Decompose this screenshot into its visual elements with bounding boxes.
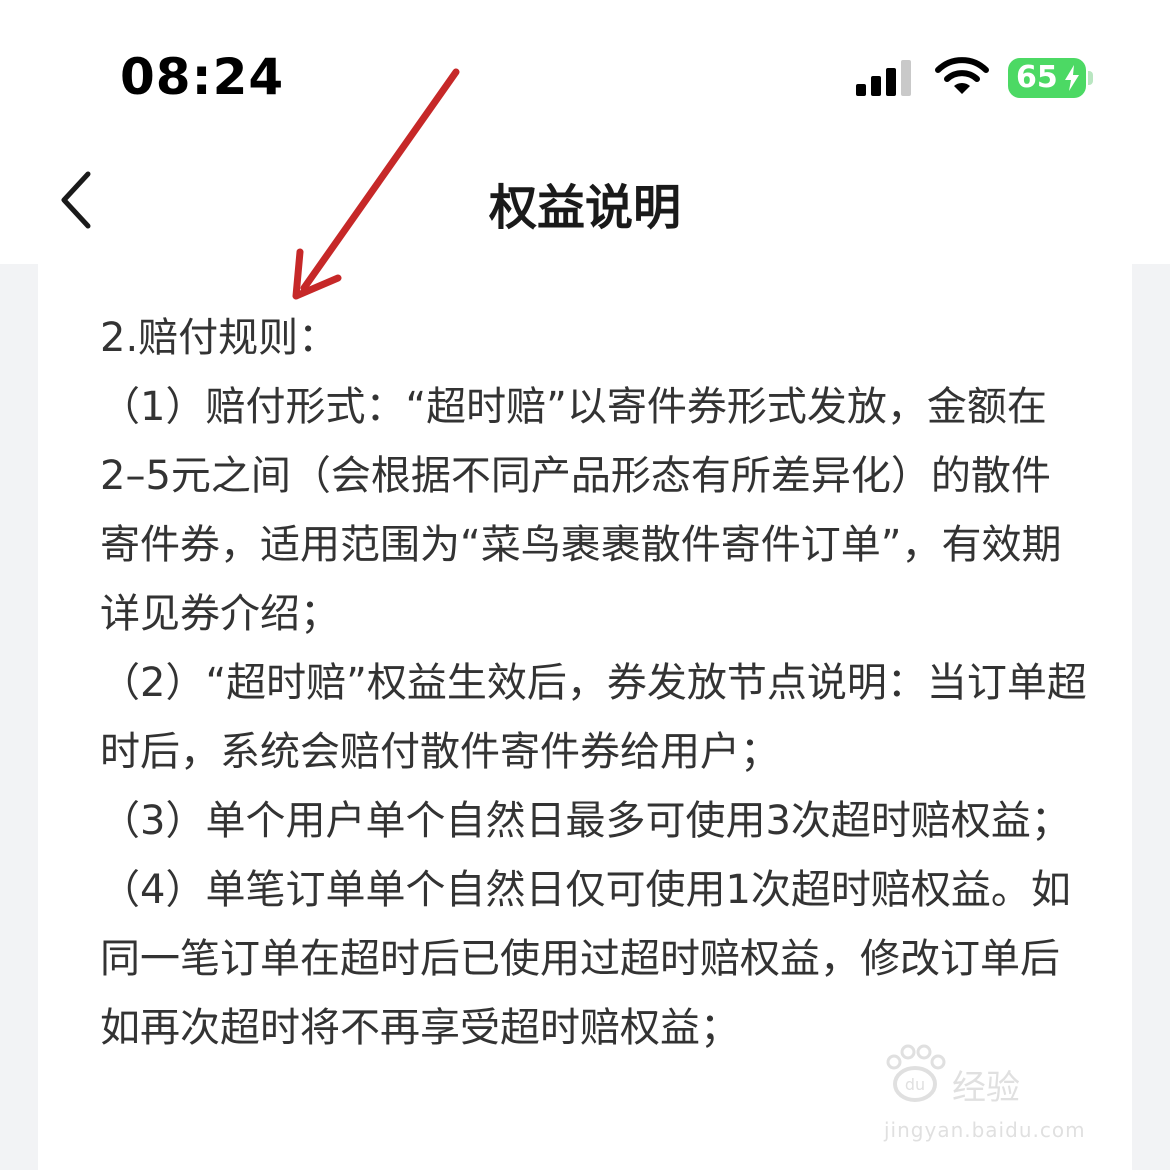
navigation-bar: 权益说明 — [0, 140, 1170, 264]
watermark: du 经验 jingyan.baidu.com — [880, 1040, 1120, 1150]
rule-paragraph-4: （4）单笔订单单个自然日仅可使用1次超时赔权益。如同一笔订单在超时后已使用过超时… — [100, 867, 1071, 1051]
battery-indicator: 65 — [1008, 58, 1093, 98]
rules-heading: 2.赔付规则： — [100, 315, 339, 361]
rules-text: 2.赔付规则： （1）赔付形式：“超时赔”以寄件券形式发放，金额在2–5元之间（… — [100, 304, 1090, 1063]
svg-text:du: du — [905, 1075, 925, 1094]
watermark-brand: 经验 — [952, 1068, 1020, 1108]
status-bar: 08:24 65 — [0, 0, 1170, 140]
content-card: 2.赔付规则： （1）赔付形式：“超时赔”以寄件券形式发放，金额在2–5元之间（… — [38, 264, 1132, 1170]
screen: 08:24 65 权益说明 2.赔付规则： （1）赔付形式：“超时赔”以寄件券形… — [0, 0, 1170, 1170]
battery-tip — [1088, 71, 1093, 85]
paw-logo-icon: du — [886, 1044, 946, 1102]
charging-bolt-icon — [1065, 65, 1079, 91]
watermark-domain: jingyan.baidu.com — [884, 1118, 1086, 1142]
wifi-icon — [935, 57, 989, 94]
cellular-signal-icon — [856, 60, 911, 96]
status-time: 08:24 — [120, 48, 285, 106]
page-title: 权益说明 — [488, 180, 681, 236]
rule-paragraph-3: （3）单个用户单个自然日最多可使用3次超时赔权益； — [100, 798, 1071, 844]
battery-level: 65 — [1016, 60, 1058, 95]
rule-paragraph-2: （2）“超时赔”权益生效后，券发放节点说明：当订单超时后，系统会赔付散件寄件券给… — [100, 660, 1087, 775]
rule-paragraph-1: （1）赔付形式：“超时赔”以寄件券形式发放，金额在2–5元之间（会根据不同产品形… — [100, 384, 1062, 637]
